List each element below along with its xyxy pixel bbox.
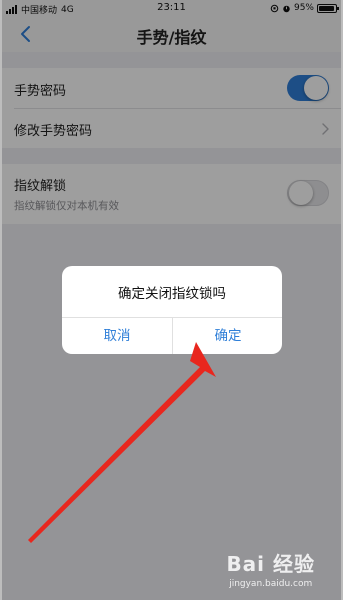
- cancel-button[interactable]: 取消: [62, 318, 172, 354]
- watermark-url: jingyan.baidu.com: [229, 579, 313, 589]
- frame-border-left: [0, 0, 2, 600]
- baidu-watermark: Bai 经验 jingyan.baidu.com: [226, 548, 315, 589]
- watermark-logo: Bai 经验: [226, 552, 315, 576]
- dialog-message: 确定关闭指纹锁吗: [118, 286, 226, 302]
- confirm-dialog: 确定关闭指纹锁吗 取消 确定: [62, 266, 282, 354]
- confirm-button[interactable]: 确定: [173, 318, 282, 354]
